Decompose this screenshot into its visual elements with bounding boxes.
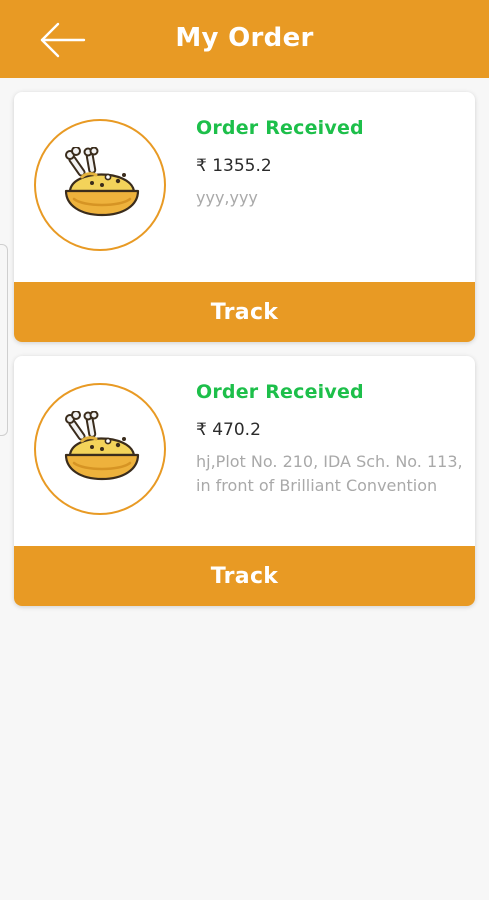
food-bowl-icon: [64, 411, 140, 481]
order-amount: ₹ 470.2: [196, 420, 261, 440]
order-address: yyy,yyy: [196, 188, 258, 207]
order-info: Order Received ₹ 470.2 hj,Plot No. 210, …: [196, 378, 475, 498]
order-card: Order Received ₹ 1355.2 yyy,yyy Track: [14, 92, 475, 342]
order-card: Order Received ₹ 470.2 hj,Plot No. 210, …: [14, 356, 475, 606]
order-amount: ₹ 1355.2: [196, 156, 272, 176]
track-button[interactable]: Track: [14, 282, 475, 342]
order-status: Order Received: [196, 117, 364, 139]
food-avatar: [34, 383, 166, 515]
edge-handle[interactable]: [0, 244, 8, 436]
food-avatar: [34, 119, 166, 251]
order-info: Order Received ₹ 1355.2 yyy,yyy: [196, 114, 475, 210]
track-button[interactable]: Track: [14, 546, 475, 606]
page-title: My Order: [175, 23, 314, 53]
app-bar: My Order: [0, 0, 489, 78]
order-address: hj,Plot No. 210, IDA Sch. No. 113, in fr…: [196, 452, 463, 495]
food-bowl-icon: [64, 147, 140, 217]
order-status: Order Received: [196, 381, 364, 403]
